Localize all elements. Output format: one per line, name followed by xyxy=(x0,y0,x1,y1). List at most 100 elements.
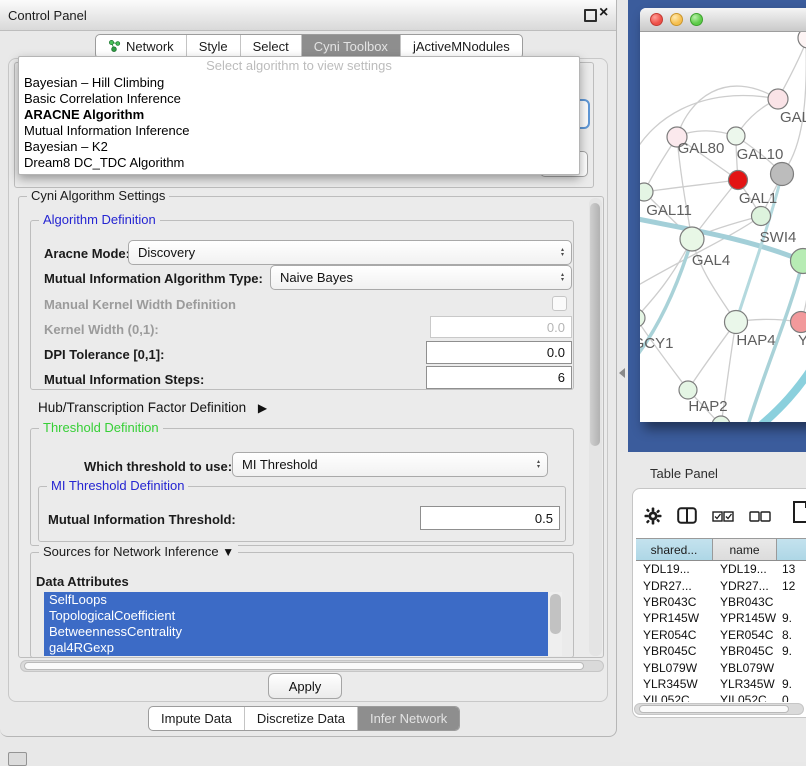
which-threshold-combobox[interactable]: MI Threshold ▴▾ xyxy=(232,452,548,477)
network-window-titlebar[interactable] xyxy=(640,8,806,32)
control-panel-titlebar: Control Panel × xyxy=(0,0,616,31)
node-gal1[interactable] xyxy=(752,207,771,226)
node-salmon[interactable] xyxy=(791,312,806,333)
network-window[interactable]: GAL8 GAL80 GAL10 GAL1 GAL11 SWI4 GAL4 GC… xyxy=(640,8,806,422)
combo-arrows-icon: ▴▾ xyxy=(561,248,564,258)
node-label: HAP2 xyxy=(688,398,727,415)
node-gal8[interactable] xyxy=(768,89,788,109)
node-hap4[interactable] xyxy=(725,311,748,334)
node-gal4[interactable] xyxy=(680,227,704,251)
node-cut-top[interactable] xyxy=(798,32,806,48)
node-label: SWI4 xyxy=(760,229,797,246)
float-window-icon[interactable] xyxy=(584,9,597,22)
aracne-mode-combobox[interactable]: Discovery ▴▾ xyxy=(128,240,572,265)
tab-select[interactable]: Select xyxy=(240,35,301,58)
table-header-row: shared... name A xyxy=(636,538,806,561)
mi-algorithm-type-combobox[interactable]: Naive Bayes ▴▾ xyxy=(270,265,572,290)
tab-cyni-toolbox[interactable]: Cyni Toolbox xyxy=(301,35,400,58)
split-pane-toggle-icon[interactable] xyxy=(619,368,625,378)
table-row[interactable]: YDR27... YDR27... 12 xyxy=(636,577,806,593)
column-header-name[interactable]: name xyxy=(713,539,777,560)
manual-kernel-width-checkbox[interactable] xyxy=(552,296,567,311)
dpi-tolerance-field[interactable]: 0.0 xyxy=(426,341,572,364)
network-canvas[interactable]: GAL8 GAL80 GAL10 GAL1 GAL11 SWI4 GAL4 GC… xyxy=(640,32,806,422)
tab-jactivemnodules[interactable]: jActiveMNodules xyxy=(400,35,522,58)
list-item[interactable]: gal4RGexp xyxy=(44,640,548,656)
zoom-traffic-light-icon[interactable] xyxy=(690,13,703,26)
table-row[interactable]: YER054C YER054C 8. xyxy=(636,627,806,643)
table-row[interactable]: YBL079W YBL079W xyxy=(636,659,806,675)
list-vertical-scrollbar[interactable] xyxy=(548,592,562,656)
dropdown-prompt: Select algorithm to view settings xyxy=(19,57,579,75)
combo-arrows-icon: ▴▾ xyxy=(537,460,540,470)
aracne-mode-label: Aracne Mode: xyxy=(44,246,130,261)
collapsed-panel-button[interactable] xyxy=(8,752,27,766)
list-item[interactable]: BetweennessCentrality xyxy=(44,624,548,640)
mi-steps-label: Mutual Information Steps: xyxy=(44,372,204,387)
settings-horizontal-scrollbar[interactable] xyxy=(20,660,604,672)
column-visibility-icon[interactable] xyxy=(677,507,697,529)
horizontal-scrollbar-thumb[interactable] xyxy=(24,662,584,670)
sources-group-title[interactable]: Sources for Network Inference ▼ xyxy=(39,544,238,559)
table-horizontal-scrollbar[interactable] xyxy=(634,703,804,715)
node-gcy1[interactable] xyxy=(640,309,645,327)
dropdown-item[interactable]: Mutual Information Inference xyxy=(19,123,579,139)
export-table-icon[interactable] xyxy=(792,500,806,529)
tab-impute-data[interactable]: Impute Data xyxy=(149,707,244,730)
table-row[interactable]: YBR045C YBR045C 9. xyxy=(636,643,806,659)
table-row[interactable]: YBR043C YBR043C xyxy=(636,594,806,610)
node-selected-red[interactable] xyxy=(729,171,748,190)
table-row[interactable]: YPR145W YPR145W 9. xyxy=(636,610,806,626)
mi-algorithm-type-label: Mutual Information Algorithm Type: xyxy=(44,271,263,286)
node-label: GAL4 xyxy=(692,252,730,269)
dropdown-item-selected[interactable]: ARACNE Algorithm xyxy=(19,107,579,123)
node-label: HAP4 xyxy=(736,332,775,349)
control-panel-title: Control Panel xyxy=(8,8,87,23)
cyni-bottom-tabs: Impute Data Discretize Data Infer Networ… xyxy=(148,706,460,731)
node-gray[interactable] xyxy=(771,163,794,186)
close-traffic-light-icon[interactable] xyxy=(650,13,663,26)
node-hap2[interactable] xyxy=(679,381,697,399)
dropdown-item[interactable]: Bayesian – Hill Climbing xyxy=(19,75,579,91)
tab-style[interactable]: Style xyxy=(186,35,240,58)
mi-threshold-field[interactable]: 0.5 xyxy=(420,506,560,530)
kernel-width-label: Kernel Width (0,1): xyxy=(44,322,159,337)
combo-arrows-icon: ▴▾ xyxy=(561,273,564,283)
dropdown-item[interactable]: Bayesian – K2 xyxy=(19,139,579,155)
close-icon[interactable]: × xyxy=(599,4,608,22)
node-gal11[interactable] xyxy=(640,183,653,201)
dropdown-item[interactable]: Basic Correlation Inference xyxy=(19,91,579,107)
apply-button[interactable]: Apply xyxy=(268,673,342,699)
table-row[interactable]: YDL19... YDL19... 13 xyxy=(636,561,806,577)
node-label: GAL11 xyxy=(646,202,692,219)
table-toolbar xyxy=(644,503,804,533)
tab-discretize-data[interactable]: Discretize Data xyxy=(244,707,357,730)
node-gal10[interactable] xyxy=(727,127,745,145)
list-item[interactable]: TopologicalCoefficient xyxy=(44,608,548,624)
list-scrollbar-thumb[interactable] xyxy=(550,594,561,634)
hub-definition-toggle[interactable]: Hub/Transcription Factor Definition ▶ xyxy=(38,400,267,415)
minimize-traffic-light-icon[interactable] xyxy=(670,13,683,26)
tab-network[interactable]: Network xyxy=(96,35,186,58)
kernel-width-field[interactable]: 0.0 xyxy=(430,316,572,338)
node-bottom-green[interactable] xyxy=(712,416,730,422)
settings-vertical-scrollbar[interactable] xyxy=(589,198,602,656)
table-row[interactable]: YIL052C YIL052C 0. xyxy=(636,692,806,702)
node-label: GAL8 xyxy=(780,109,806,126)
gear-icon[interactable] xyxy=(644,507,662,530)
list-item[interactable]: SelfLoops xyxy=(44,592,548,608)
table-body: YDL19... YDL19... 13 YDR27... YDR27... 1… xyxy=(636,561,806,702)
deselect-all-checkboxes-icon[interactable] xyxy=(749,509,771,527)
table-row[interactable]: YLR345W YLR345W 9. xyxy=(636,676,806,692)
select-all-checkboxes-icon[interactable] xyxy=(712,509,734,527)
mi-steps-field[interactable]: 6 xyxy=(426,366,572,389)
table-scrollbar-thumb[interactable] xyxy=(639,705,789,713)
settings-scrollbar-thumb[interactable] xyxy=(590,203,600,446)
column-header-cut[interactable]: A xyxy=(777,539,806,560)
tab-infer-network[interactable]: Infer Network xyxy=(357,707,459,730)
node-swi4[interactable] xyxy=(791,249,806,274)
column-header-shared-name[interactable]: shared... xyxy=(636,539,713,560)
algorithm-dropdown-popup: Select algorithm to view settings Bayesi… xyxy=(18,56,580,175)
dropdown-item[interactable]: Dream8 DC_TDC Algorithm xyxy=(19,155,579,171)
manual-kernel-width-label: Manual Kernel Width Definition xyxy=(44,297,236,312)
